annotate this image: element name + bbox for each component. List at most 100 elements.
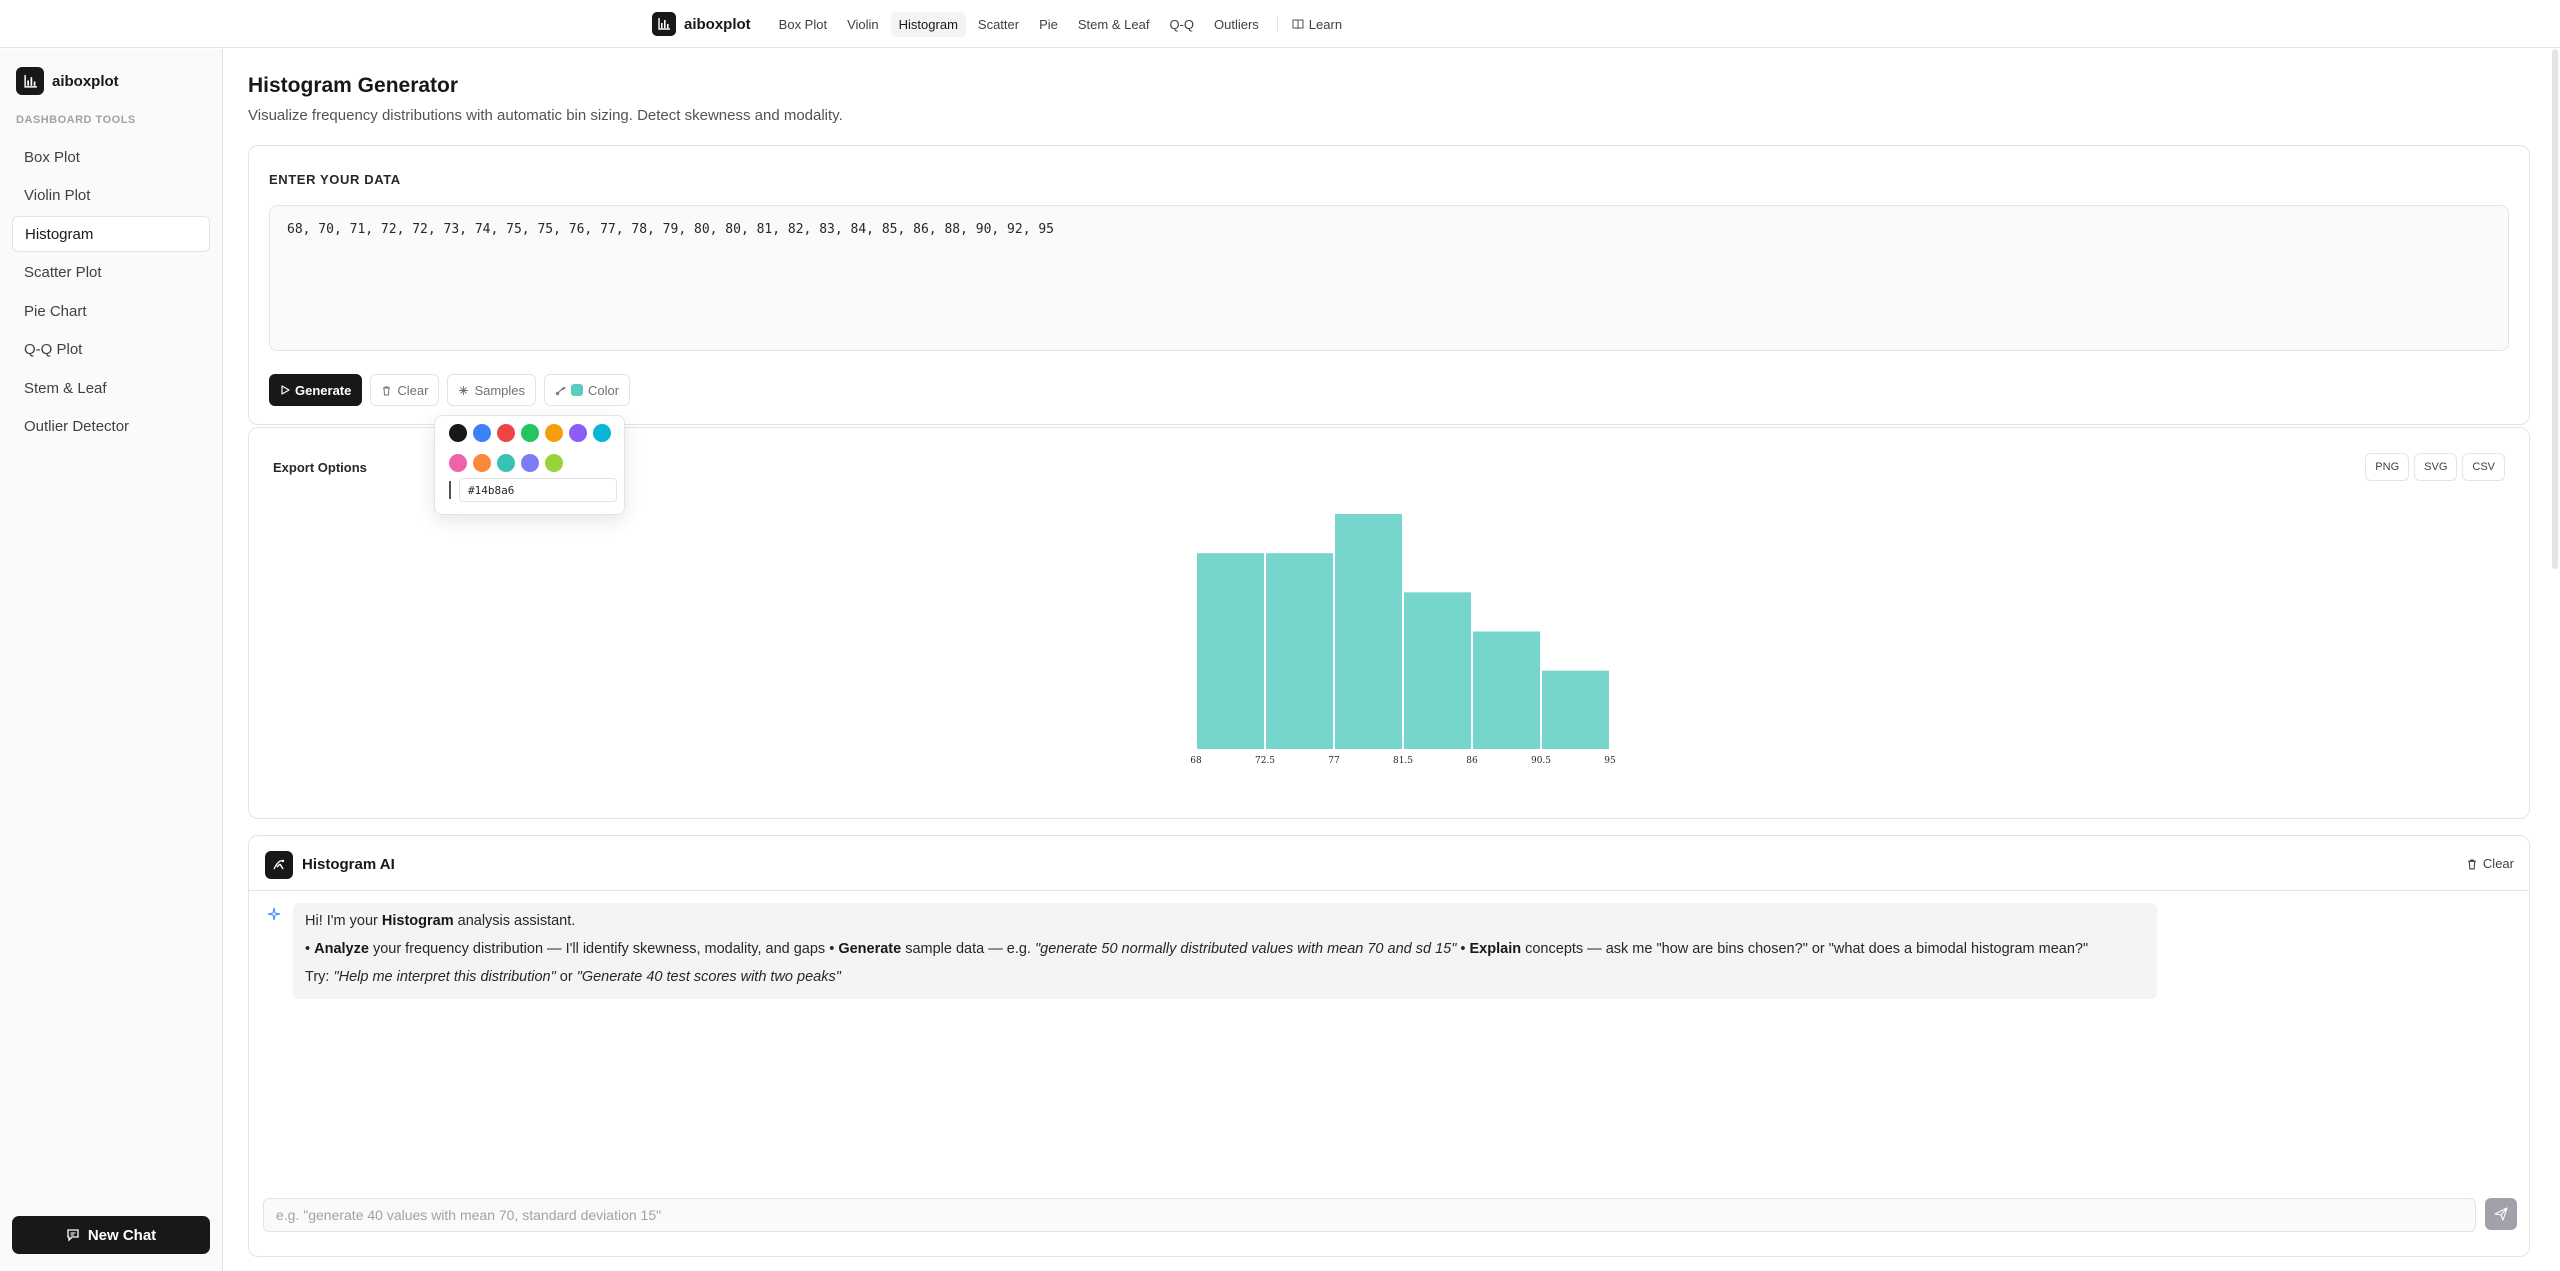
histogram-bar[interactable] [1542, 670, 1609, 749]
msg-bullet: • [829, 941, 839, 957]
top-nav-inner: aiboxplot Box Plot Violin Histogram Scat… [652, 10, 1354, 38]
color-swatch-1[interactable] [449, 424, 467, 442]
sidebar-item-qq-plot[interactable]: Q-Q Plot [12, 332, 210, 368]
color-swatch-3[interactable] [497, 424, 515, 442]
logo-icon[interactable] [652, 12, 676, 36]
nav-link-scatter[interactable]: Scatter [970, 12, 1027, 37]
sidebar-item-stem-leaf[interactable]: Stem & Leaf [12, 370, 210, 406]
assistant-message: Hi! I'm your Histogram analysis assistan… [293, 903, 2157, 999]
top-navigation: aiboxplot Box Plot Violin Histogram Scat… [0, 0, 2560, 48]
nav-link-histogram[interactable]: Histogram [890, 11, 966, 37]
ai-logo-icon [265, 851, 293, 879]
hex-color-input[interactable] [459, 478, 617, 502]
hex-row [449, 478, 617, 502]
color-picker-popover [434, 415, 625, 515]
sidebar-list: Box Plot Violin Plot Histogram Scatter P… [12, 139, 210, 447]
histogram-bar[interactable] [1473, 631, 1540, 750]
text-cursor [449, 481, 451, 499]
ai-clear-button[interactable]: Clear [2466, 856, 2514, 871]
msg-text: concepts — ask me "how are bins chosen?"… [1521, 941, 2089, 957]
color-swatch-11[interactable] [521, 454, 539, 472]
clear-data-label: Clear [397, 382, 429, 398]
samples-label: Samples [474, 382, 526, 398]
new-chat-button[interactable]: New Chat [12, 1216, 210, 1254]
x-tick-label: 68 [1190, 756, 1202, 766]
page-scrollbar[interactable] [2552, 49, 2558, 569]
color-swatch-4[interactable] [521, 424, 539, 442]
page-title: Histogram Generator [248, 74, 459, 97]
message-line-2: • Analyze your frequency distribution — … [305, 939, 2145, 959]
trash-icon [2468, 859, 2476, 869]
color-swatch-10[interactable] [497, 454, 515, 472]
palette-icon [555, 386, 566, 395]
color-swatch-9[interactable] [473, 454, 491, 472]
color-swatch-5[interactable] [545, 424, 563, 442]
nav-link-pie[interactable]: Pie [1031, 12, 1066, 37]
color-button[interactable]: Color [544, 374, 631, 406]
nav-divider [1276, 16, 1278, 32]
msg-bullet: • [1456, 941, 1470, 957]
current-color-swatch [571, 384, 584, 396]
msg-bullet: • [305, 941, 315, 957]
nav-link-box-plot[interactable]: Box Plot [771, 12, 835, 37]
nav-link-violin[interactable]: Violin [839, 12, 887, 37]
data-input[interactable] [269, 205, 2509, 351]
color-label: Color [588, 382, 620, 398]
x-tick-label: 81.5 [1393, 756, 1413, 766]
color-swatch-8[interactable] [449, 454, 467, 472]
send-icon [2494, 1207, 2508, 1221]
nav-link-learn[interactable]: Learn [1284, 12, 1350, 37]
clear-data-button[interactable]: Clear [370, 374, 440, 406]
trash-icon [383, 386, 391, 395]
message-line-1: Hi! I'm your Histogram analysis assistan… [305, 911, 2145, 931]
send-button[interactable] [2485, 1198, 2517, 1230]
color-swatch-2[interactable] [473, 424, 491, 442]
msg-bold: Generate [838, 941, 902, 957]
samples-button[interactable]: Samples [447, 374, 537, 406]
nav-link-qq[interactable]: Q-Q [1161, 12, 1202, 37]
msg-bold: Histogram [381, 913, 454, 929]
histogram-bar[interactable] [1335, 514, 1402, 749]
color-swatch-7[interactable] [593, 424, 611, 442]
generate-button[interactable]: Generate [269, 374, 363, 406]
learn-label: Learn [1308, 16, 1343, 32]
nav-link-outliers[interactable]: Outliers [1206, 12, 1267, 37]
sidebar-item-violin-plot[interactable]: Violin Plot [12, 178, 210, 214]
data-entry-label: ENTER YOUR DATA [269, 172, 401, 187]
color-swatch-grid [449, 424, 619, 472]
sidebar-item-box-plot[interactable]: Box Plot [12, 139, 210, 175]
sidebar-logo-icon [16, 67, 44, 95]
sidebar-item-histogram[interactable]: Histogram [12, 216, 210, 252]
brand-name[interactable]: aiboxplot [684, 16, 751, 33]
nav-link-stem-leaf[interactable]: Stem & Leaf [1070, 12, 1158, 37]
x-tick-label: 72.5 [1255, 756, 1275, 766]
play-icon [281, 385, 290, 395]
new-chat-label: New Chat [87, 1226, 157, 1244]
ai-chat-input[interactable] [263, 1198, 2476, 1232]
data-actions: Generate Clear Samples Color [269, 374, 631, 406]
sidebar-brand[interactable]: aiboxplot [16, 67, 119, 95]
color-swatch-12[interactable] [545, 454, 563, 472]
x-tick-label: 77 [1328, 756, 1340, 766]
ai-clear-label: Clear [2482, 856, 2514, 871]
sidebar-item-scatter-plot[interactable]: Scatter Plot [12, 255, 210, 291]
color-swatch-6[interactable] [569, 424, 587, 442]
histogram-bar[interactable] [1197, 553, 1264, 749]
x-tick-label: 90.5 [1531, 756, 1551, 766]
sidebar-item-outlier-detector[interactable]: Outlier Detector [12, 409, 210, 445]
msg-quote: "generate 50 normally distributed values… [1034, 941, 1457, 957]
msg-text: Hi! I'm your [305, 913, 382, 929]
sidebar: aiboxplot DASHBOARD TOOLS Box Plot Violi… [0, 49, 223, 1271]
page-subtitle: Visualize frequency distributions with a… [248, 107, 843, 124]
msg-bold: Analyze [314, 941, 369, 957]
sidebar-brand-name: aiboxplot [52, 72, 119, 90]
sidebar-item-pie-chart[interactable]: Pie Chart [12, 293, 210, 329]
data-entry-card: ENTER YOUR DATA Generate Clear Samples C… [248, 145, 2530, 425]
msg-text: your frequency distribution — I'll ident… [368, 941, 830, 957]
x-tick-label: 95 [1604, 756, 1616, 766]
msg-text: sample data — e.g. [901, 941, 1035, 957]
histogram-bar[interactable] [1404, 592, 1471, 749]
book-icon [1292, 19, 1304, 30]
msg-quote: "Help me interpret this distribution" [333, 969, 556, 985]
histogram-bar[interactable] [1266, 553, 1333, 749]
